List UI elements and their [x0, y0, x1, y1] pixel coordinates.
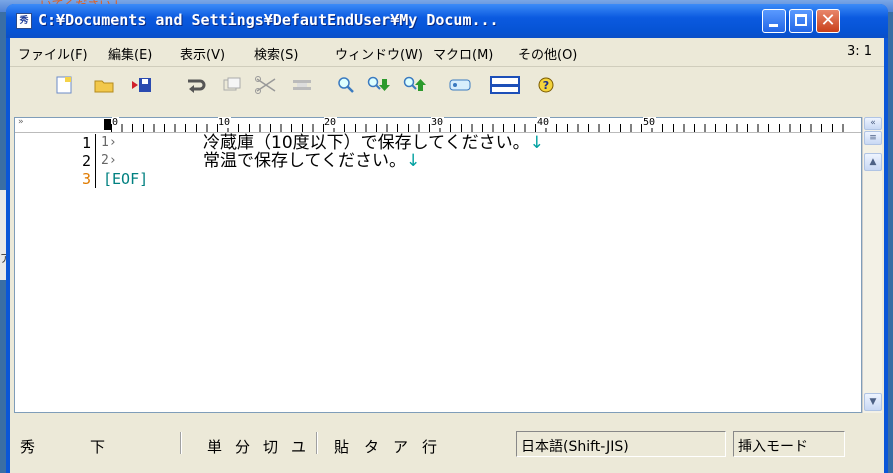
ruler-mark: 40 — [537, 117, 551, 128]
status-line[interactable]: 行 — [422, 436, 437, 457]
ruler-mark: 20 — [324, 117, 338, 128]
new-file-icon[interactable] — [52, 75, 76, 97]
menu-bar: ファイル(F) 編集(E) 表示(V) 検索(S) ウィンドウ(W) マクロ(M… — [10, 38, 884, 67]
menu-macro[interactable]: マクロ(M) — [433, 44, 493, 63]
menu-view[interactable]: 表示(V) — [180, 44, 225, 63]
copy-icon[interactable] — [220, 75, 244, 97]
ruler-mark: 30 — [431, 117, 445, 128]
menu-edit[interactable]: 編集(E) — [108, 44, 152, 63]
collapse-ruler-button[interactable]: « — [864, 117, 882, 130]
menu-search[interactable]: 検索(S) — [254, 44, 298, 63]
split-window-icon[interactable] — [490, 75, 520, 97]
menu-other[interactable]: その他(O) — [518, 44, 577, 63]
status-word[interactable]: 単 — [207, 436, 222, 457]
scroll-down-button[interactable]: ▼ — [864, 393, 882, 411]
open-folder-icon[interactable] — [92, 75, 116, 97]
line-text: 常温で保存してください。↓ — [203, 151, 421, 171]
status-hide[interactable]: 秀 — [20, 436, 35, 457]
wrap-icon[interactable] — [184, 75, 208, 97]
vertical-scrollbar[interactable]: « ≡ ▲ ▼ — [862, 117, 882, 413]
line-number: 2 — [81, 152, 91, 170]
line-number: 1 — [81, 134, 91, 152]
ruler-scroll-icon: » — [18, 117, 24, 127]
line-number-separator — [95, 134, 96, 152]
search-up-icon[interactable] — [402, 75, 426, 97]
minimize-icon — [769, 24, 778, 27]
window-client-area: ファイル(F) 編集(E) 表示(V) 検索(S) ウィンドウ(W) マクロ(M… — [10, 38, 884, 473]
line-text: 冷蔵庫（10度以下）で保存してください。↓ — [203, 133, 544, 153]
line-tab-label: 2› — [101, 153, 117, 168]
toolbar: ? — [10, 67, 884, 105]
minimize-button[interactable] — [762, 9, 786, 33]
split-handle[interactable]: ≡ — [864, 131, 882, 145]
text-line[interactable]: 1 1› 冷蔵庫（10度以下）で保存してください。↓ — [15, 134, 861, 152]
column-ruler: » 0 10 20 30 40 50 — [15, 117, 861, 133]
status-user[interactable]: ユ — [291, 436, 306, 457]
status-down[interactable]: 下 — [90, 436, 105, 457]
line-number: 3 — [81, 170, 91, 188]
search-down-icon[interactable] — [366, 75, 390, 97]
text-editor[interactable]: » 0 10 20 30 40 50 1 1› 冷蔵庫（10度以下）で保存してく… — [14, 117, 862, 413]
line-tab-label: 1› — [101, 135, 117, 150]
status-split[interactable]: 分 — [235, 436, 250, 457]
insert-mode-indicator[interactable]: 挿入モード — [733, 431, 845, 457]
title-bar[interactable]: 秀 C:¥Documents and Settings¥DefautEndUse… — [6, 4, 888, 38]
ruler-mark: 10 — [218, 117, 232, 128]
menu-file[interactable]: ファイル(F) — [18, 44, 88, 63]
newline-mark: ↓ — [405, 151, 421, 171]
window-title: C:¥Documents and Settings¥DefautEndUser¥… — [38, 11, 499, 29]
text-line[interactable]: 2 2› 常温で保存してください。↓ — [15, 152, 861, 170]
ruler-mark: 50 — [643, 117, 657, 128]
status-tab[interactable]: タ — [364, 436, 379, 457]
status-separator — [316, 432, 318, 454]
tag-icon[interactable] — [448, 75, 472, 97]
maximize-button[interactable] — [789, 9, 813, 33]
status-separator — [180, 432, 182, 454]
help-icon[interactable]: ? — [534, 75, 558, 97]
menu-window[interactable]: ウィンドウ(W) — [335, 44, 423, 63]
line-number-separator — [95, 170, 96, 188]
cut-icon[interactable] — [254, 75, 278, 97]
line-number-separator — [95, 152, 96, 170]
encoding-indicator[interactable]: 日本語(Shift-JIS) — [516, 431, 726, 457]
save-icon[interactable] — [130, 75, 154, 97]
status-paste[interactable]: 貼 — [334, 436, 349, 457]
scroll-up-button[interactable]: ▲ — [864, 153, 882, 171]
ruler-mark: 0 — [112, 117, 120, 128]
ruler-cursor-marker — [104, 119, 111, 130]
newline-mark: ↓ — [529, 133, 544, 153]
editor-window: 秀 C:¥Documents and Settings¥DefautEndUse… — [6, 4, 888, 473]
close-button[interactable]: ✕ — [816, 9, 840, 33]
text-line[interactable]: 3 [EOF] — [15, 170, 861, 188]
search-icon[interactable] — [334, 75, 358, 97]
status-cut[interactable]: 切 — [263, 436, 278, 457]
status-bar: 秀 下 単 分 切 ユ 貼 タ ア 行 日本語(Shift-JIS) 挿入モード — [10, 416, 884, 473]
eof-marker: [EOF] — [103, 170, 149, 188]
svg-text:?: ? — [543, 79, 549, 92]
status-a[interactable]: ア — [393, 436, 408, 457]
paste-icon[interactable] — [290, 75, 314, 97]
close-icon: ✕ — [820, 10, 836, 31]
cursor-position: 3: 1 — [846, 44, 872, 59]
maximize-icon — [795, 14, 807, 26]
editor-app-icon[interactable]: 秀 — [16, 13, 32, 29]
